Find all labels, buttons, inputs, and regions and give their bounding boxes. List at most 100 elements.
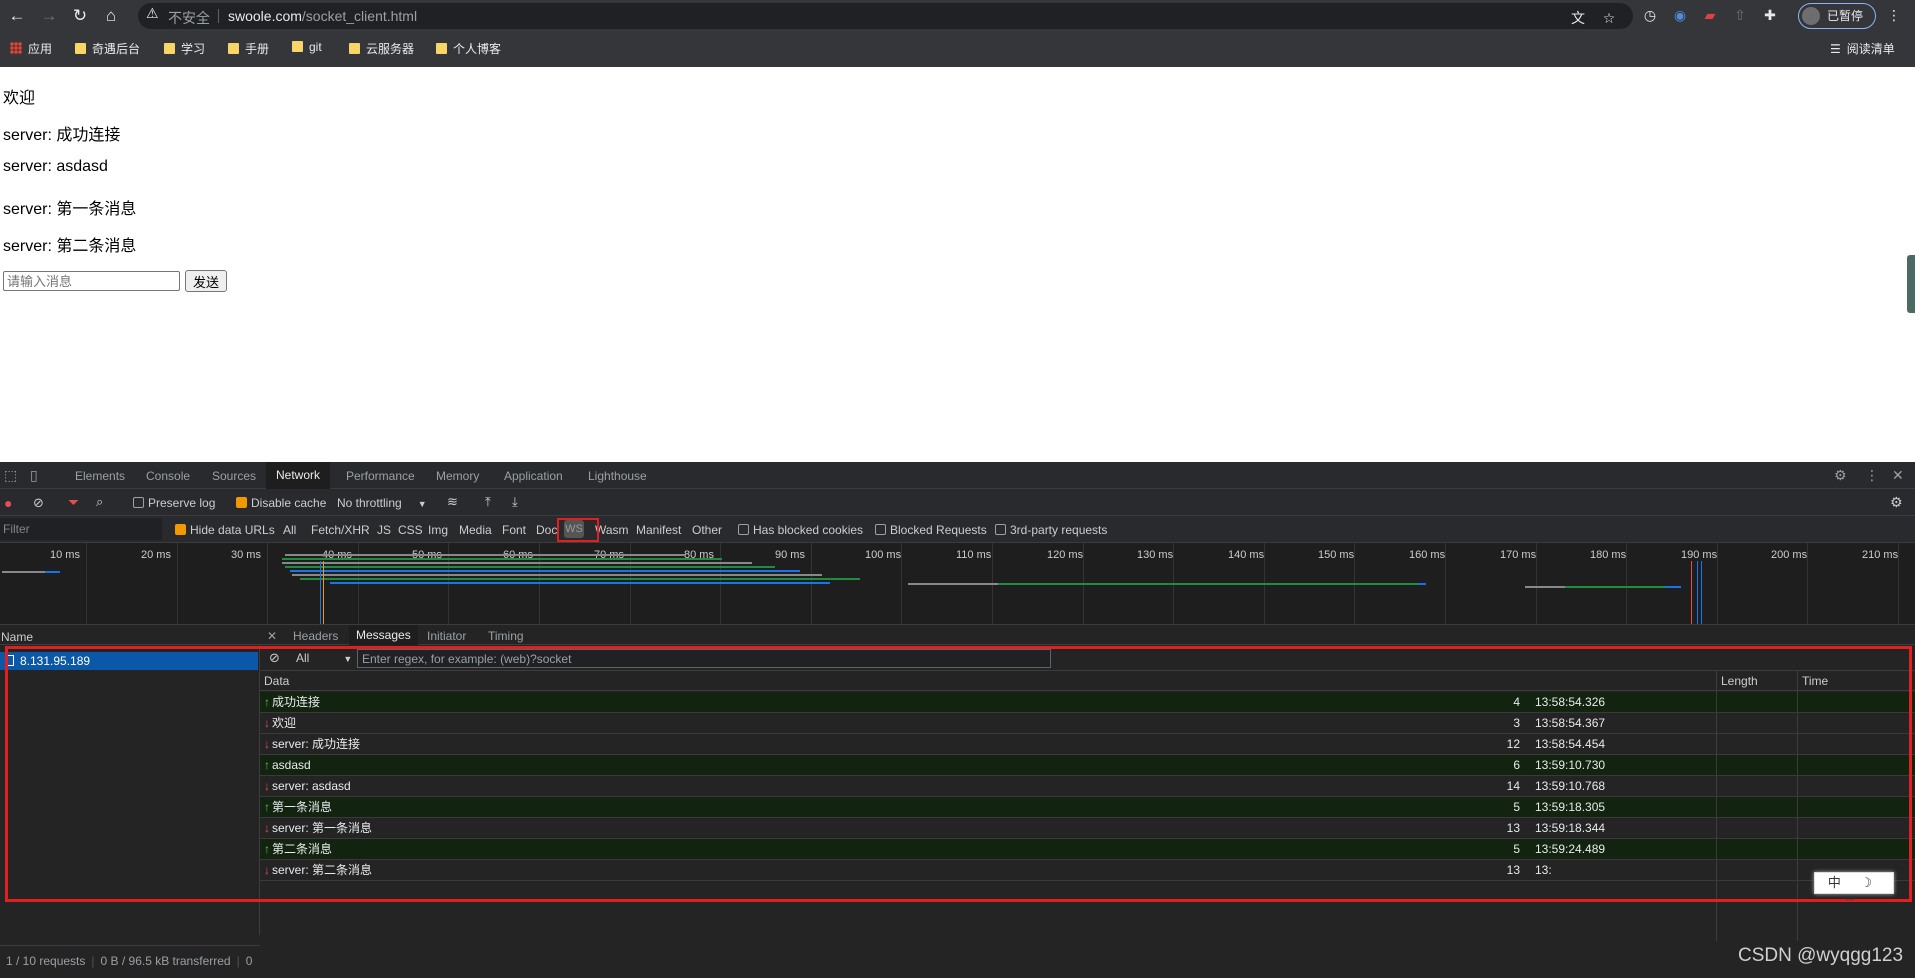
- bookmarks-bar: 应用 奇遇后台 学习 手册 git 云服务器 个人博客 ☰ 阅读清单: [0, 36, 1915, 60]
- type-filter-fetch[interactable]: Fetch/XHR: [311, 523, 370, 537]
- tab-console[interactable]: Console: [146, 469, 190, 483]
- profile-status: 已暂停: [1827, 9, 1864, 23]
- type-filter-font[interactable]: Font: [502, 523, 526, 537]
- menu-icon[interactable]: ⋮: [1885, 6, 1903, 24]
- extension-arrow-icon[interactable]: ⇧: [1731, 6, 1749, 24]
- arrow-down-icon: ↓: [264, 737, 270, 751]
- message-row[interactable]: ↑ asdasd 6 13:59:10.730: [260, 755, 1915, 776]
- tab-memory[interactable]: Memory: [436, 469, 479, 483]
- column-header-data[interactable]: Data: [260, 671, 1716, 691]
- type-filter-manifest[interactable]: Manifest: [636, 523, 681, 537]
- reading-list[interactable]: ☰ 阅读清单: [1830, 40, 1895, 57]
- timeline-gridline: [1717, 543, 1718, 624]
- throttling-select[interactable]: No throttling ▼: [337, 496, 427, 510]
- export-har-icon[interactable]: ⤓: [512, 494, 518, 510]
- reload-icon[interactable]: ↻: [67, 4, 93, 28]
- tab-initiator[interactable]: Initiator: [427, 629, 466, 643]
- translate-icon[interactable]: 文: [1569, 9, 1587, 27]
- star-icon[interactable]: ☆: [1600, 9, 1618, 27]
- timeline-event-marker: [320, 561, 321, 624]
- type-filter-other[interactable]: Other: [692, 523, 722, 537]
- column-header-time[interactable]: Time: [1798, 671, 1915, 691]
- network-overview-timeline[interactable]: 10 ms20 ms30 ms40 ms50 ms60 ms70 ms80 ms…: [0, 543, 1915, 625]
- extension-chrome-icon[interactable]: ◉: [1671, 6, 1689, 24]
- devtools-panel: ⬚ ▯ Elements Console Sources Network Per…: [0, 462, 1915, 978]
- message-type-select[interactable]: All ▼: [296, 651, 352, 665]
- close-detail-icon[interactable]: ✕: [267, 629, 277, 643]
- clear-messages-icon[interactable]: ⊘: [269, 650, 280, 666]
- preserve-log-checkbox[interactable]: Preserve log: [133, 496, 215, 510]
- type-filter-doc[interactable]: Doc: [536, 523, 557, 537]
- message-row[interactable]: ↓ server: 成功连接 12 13:58:54.454: [260, 734, 1915, 755]
- bookmark-apps[interactable]: 应用: [10, 40, 52, 57]
- name-column-header[interactable]: Name: [0, 625, 260, 645]
- bookmark-item[interactable]: 手册: [228, 40, 269, 57]
- bookmark-item[interactable]: git: [292, 40, 322, 54]
- message-row[interactable]: ↓ 欢迎 3 13:58:54.367: [260, 713, 1915, 734]
- tab-headers[interactable]: Headers: [293, 629, 338, 643]
- clear-icon[interactable]: ⊘: [33, 495, 44, 511]
- network-settings-icon[interactable]: ⚙: [1890, 494, 1903, 511]
- bookmark-item[interactable]: 个人博客: [436, 40, 501, 57]
- forward-icon[interactable]: →: [36, 4, 62, 28]
- blocked-requests-checkbox[interactable]: Blocked Requests: [875, 523, 987, 537]
- type-filter-js[interactable]: JS: [377, 523, 391, 537]
- warning-icon[interactable]: ⚠: [146, 5, 159, 22]
- security-label[interactable]: 不安全: [168, 8, 210, 28]
- side-widget[interactable]: [1907, 255, 1915, 313]
- message-data: ↓ server: 第一条消息: [264, 818, 372, 838]
- message-input[interactable]: [3, 271, 180, 291]
- tab-lighthouse[interactable]: Lighthouse: [588, 469, 647, 483]
- extensions-puzzle-icon[interactable]: ✚: [1761, 6, 1779, 24]
- wifi-conditions-icon[interactable]: ≋: [447, 494, 458, 510]
- tab-elements[interactable]: Elements: [75, 469, 125, 483]
- disable-cache-checkbox[interactable]: Disable cache: [236, 496, 326, 510]
- url-text[interactable]: swoole.com/socket_client.html: [228, 8, 417, 24]
- import-har-icon[interactable]: ⤒: [485, 494, 491, 510]
- tab-sources[interactable]: Sources: [212, 469, 256, 483]
- message-row[interactable]: ↑ 成功连接 4 13:58:54.326: [260, 692, 1915, 713]
- message-row[interactable]: ↓ server: 第二条消息 13 13:: [260, 860, 1915, 881]
- type-filter-img[interactable]: Img: [428, 523, 448, 537]
- tab-messages[interactable]: Messages: [349, 625, 418, 645]
- message-regex-filter[interactable]: [357, 649, 1051, 668]
- home-icon[interactable]: ⌂: [98, 4, 124, 28]
- record-icon[interactable]: ●: [4, 495, 12, 511]
- send-button[interactable]: 发送: [185, 270, 227, 292]
- type-filter-media[interactable]: Media: [459, 523, 492, 537]
- message-row[interactable]: ↑ 第二条消息 5 13:59:24.489: [260, 839, 1915, 860]
- type-filter-css[interactable]: CSS: [398, 523, 423, 537]
- bookmark-item[interactable]: 学习: [164, 40, 205, 57]
- search-icon[interactable]: ⌕: [96, 494, 103, 510]
- filter-input[interactable]: [0, 518, 162, 540]
- filter-icon[interactable]: ⏷: [68, 494, 79, 511]
- type-filter-wasm[interactable]: Wasm: [595, 523, 629, 537]
- extension-clock-icon[interactable]: ◷: [1641, 6, 1659, 24]
- type-filter-all[interactable]: All: [283, 523, 296, 537]
- column-header-length[interactable]: Length: [1717, 671, 1797, 691]
- tab-network[interactable]: Network: [266, 462, 331, 489]
- message-row[interactable]: ↑ 第一条消息 5 13:59:18.305: [260, 797, 1915, 818]
- bookmark-item[interactable]: 云服务器: [349, 40, 414, 57]
- device-toggle-icon[interactable]: ▯: [30, 467, 38, 484]
- tab-timing[interactable]: Timing: [488, 629, 524, 643]
- more-options-icon[interactable]: ⋮: [1865, 467, 1879, 484]
- back-icon[interactable]: ←: [4, 4, 30, 28]
- extension-red-icon[interactable]: ▰: [1701, 6, 1719, 24]
- message-row[interactable]: ↓ server: 第一条消息 13 13:59:18.344: [260, 818, 1915, 839]
- message-data: ↑ 第二条消息: [264, 839, 332, 859]
- third-party-checkbox[interactable]: 3rd-party requests: [995, 523, 1107, 537]
- address-bar[interactable]: ⚠ 不安全 swoole.com/socket_client.html 文 ☆: [138, 3, 1633, 29]
- settings-icon[interactable]: ⚙: [1834, 467, 1847, 484]
- request-row-selected[interactable]: 8.131.95.189: [0, 652, 258, 670]
- has-blocked-cookies-checkbox[interactable]: Has blocked cookies: [738, 523, 863, 537]
- tab-application[interactable]: Application: [504, 469, 563, 483]
- ime-toolbar[interactable]: 中 ☽ ⺌: [1814, 872, 1894, 910]
- inspect-icon[interactable]: ⬚: [4, 467, 17, 484]
- message-row[interactable]: ↓ server: asdasd 14 13:59:10.768: [260, 776, 1915, 797]
- profile-paused-button[interactable]: 已暂停: [1798, 3, 1876, 29]
- tab-performance[interactable]: Performance: [346, 469, 415, 483]
- close-icon[interactable]: ✕: [1892, 467, 1904, 484]
- hide-data-urls-checkbox[interactable]: Hide data URLs: [175, 523, 275, 537]
- bookmark-item[interactable]: 奇遇后台: [75, 40, 140, 57]
